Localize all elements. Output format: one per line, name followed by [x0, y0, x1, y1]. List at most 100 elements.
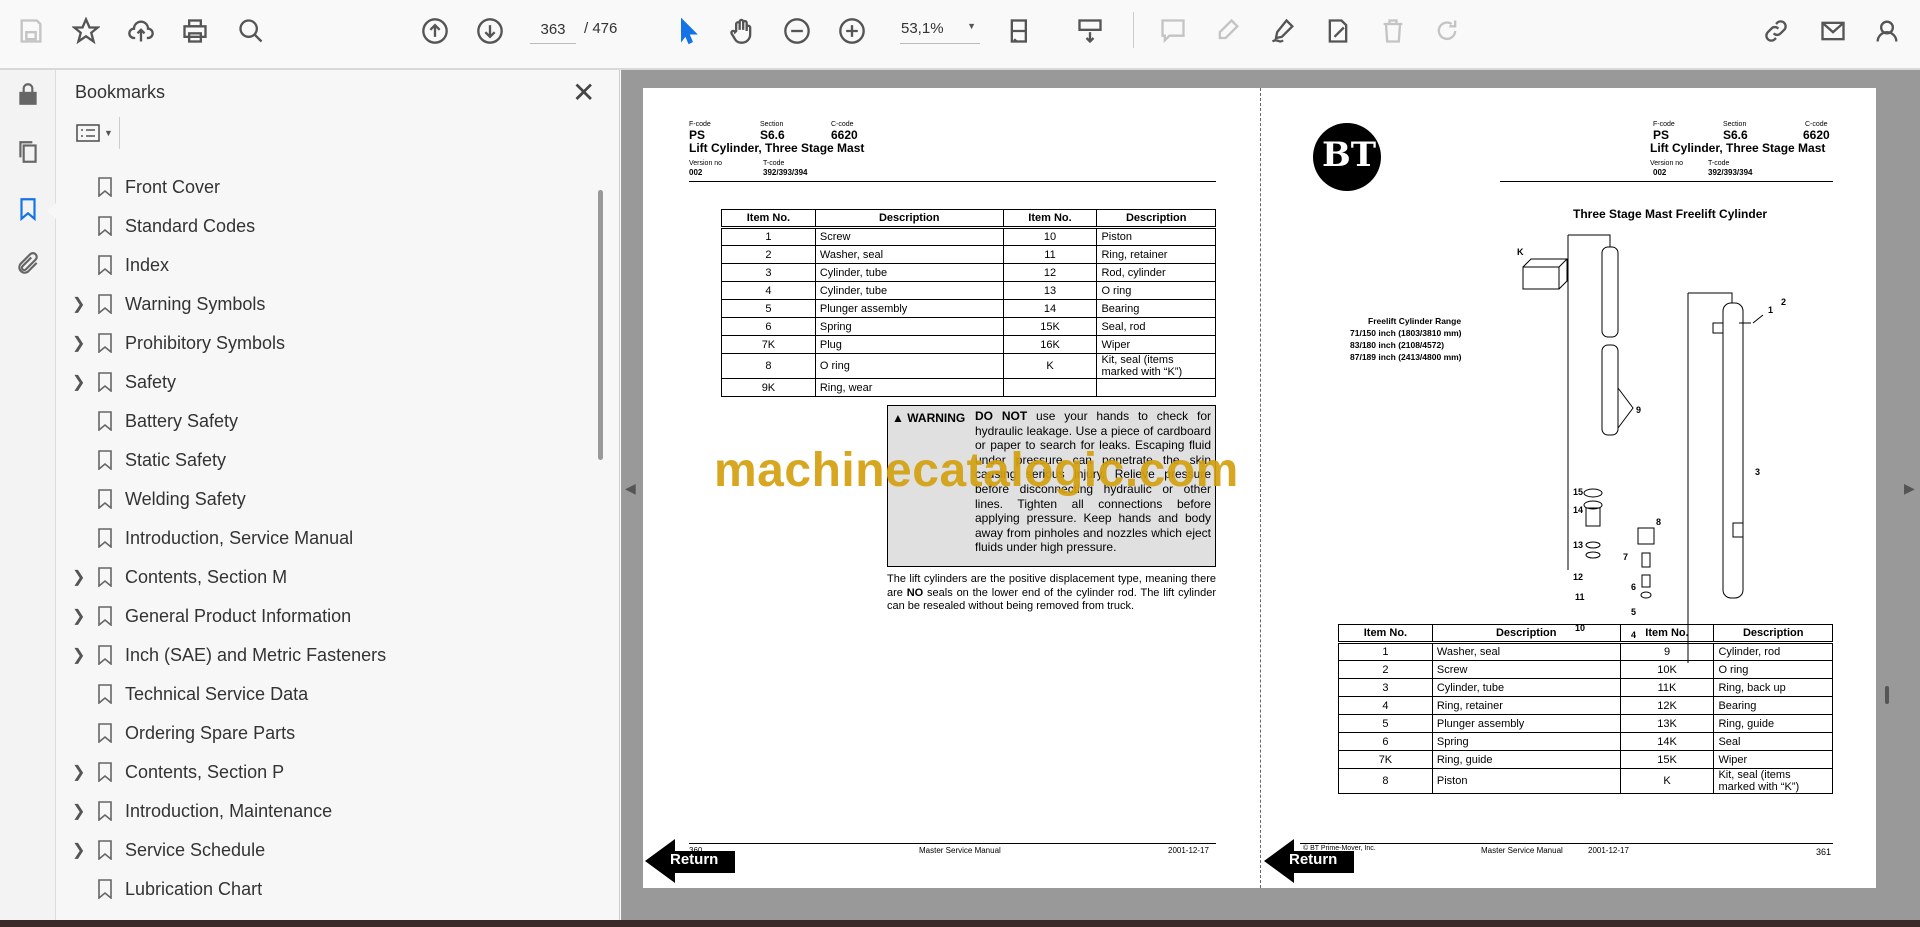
sign-icon[interactable] — [1263, 11, 1303, 51]
trash-icon[interactable] — [1373, 11, 1413, 51]
table-cell: Kit, seal (items marked with “K”) — [1713, 768, 1833, 794]
bookmarks-scrollbar[interactable] — [595, 170, 609, 915]
bookmark-item[interactable]: ❯ Contents, Section M — [56, 559, 596, 595]
doc-title: Lift Cylinder, Three Stage Mast — [689, 141, 865, 155]
version: 002 — [689, 168, 703, 177]
chevron-right-icon[interactable]: ❯ — [72, 645, 85, 665]
chevron-right-icon[interactable]: ❯ — [72, 372, 85, 392]
account-icon[interactable] — [1867, 11, 1907, 51]
bookmarks-panel: Bookmarks ✕ ▼ Front Cover Standard Codes I… — [56, 70, 620, 920]
table-cell: 14K — [1619, 732, 1715, 751]
footer-date: 2001-12-17 — [1588, 846, 1629, 855]
table-cell: 3 — [721, 263, 816, 282]
table-cell: 10K — [1619, 660, 1715, 679]
bt-logo: BT — [1313, 123, 1381, 191]
bookmark-item[interactable]: ❯ Introduction, Maintenance — [56, 793, 596, 829]
bookmark-icon — [98, 333, 112, 353]
bookmark-item[interactable]: Lubrication Chart — [56, 871, 596, 907]
table-cell: Plunger assembly — [814, 299, 1004, 318]
return-button[interactable]: Return — [1264, 839, 1354, 883]
comment-icon[interactable] — [1153, 11, 1193, 51]
hand-tool-icon[interactable] — [722, 11, 762, 51]
bookmark-item[interactable]: Index — [56, 247, 596, 283]
fcode: PS — [689, 128, 706, 142]
bookmark-options-button[interactable]: ▼ — [76, 117, 120, 149]
bookmark-label: General Product Information — [125, 605, 352, 626]
chevron-right-icon[interactable]: ❯ — [72, 567, 85, 587]
bookmark-item[interactable]: Welding Safety — [56, 481, 596, 517]
table-cell: K — [1002, 353, 1098, 379]
bookmark-item[interactable]: ❯ Service Schedule — [56, 832, 596, 868]
select-cursor-icon[interactable] — [668, 11, 708, 51]
table-row: 5 Plunger assembly 13K Ring, guide — [1338, 714, 1833, 733]
header-rule — [1500, 181, 1833, 182]
bookmark-item[interactable]: Introduction, Service Manual — [56, 520, 596, 556]
callout: 8 — [1656, 517, 1661, 527]
chevron-right-icon[interactable]: ❯ — [72, 840, 85, 860]
ccode-label: C-code — [831, 121, 854, 128]
section-label: Section — [1723, 121, 1747, 128]
redo-icon[interactable] — [1427, 11, 1467, 51]
bookmark-item[interactable]: ❯ Prohibitory Symbols — [56, 325, 596, 361]
chevron-right-icon[interactable]: ❯ — [72, 333, 85, 353]
page-thumbnails-icon[interactable] — [12, 136, 44, 168]
bookmark-item[interactable]: ❯ Safety — [56, 364, 596, 400]
table-cell: 11 — [1002, 245, 1098, 264]
bookmark-item[interactable]: Standard Codes — [56, 208, 596, 244]
bookmark-item[interactable]: Front Cover — [56, 169, 596, 205]
tcode-label: T-code — [1708, 160, 1730, 167]
bookmarks-panel-icon[interactable] — [12, 193, 44, 225]
close-icon[interactable]: ✕ — [572, 76, 595, 109]
ccode: 6620 — [831, 128, 858, 142]
search-zoom-icon[interactable] — [231, 11, 271, 51]
bookmark-icon — [98, 411, 112, 431]
bookmark-icon — [98, 450, 112, 470]
paperclip-icon[interactable] — [12, 248, 44, 280]
mail-icon[interactable] — [1813, 11, 1853, 51]
edit-pdf-icon[interactable] — [1318, 11, 1358, 51]
document-scrollbar-thumb[interactable] — [1885, 686, 1889, 704]
bookmark-icon — [98, 567, 112, 587]
chevron-right-icon[interactable]: ❯ — [72, 606, 85, 626]
zoom-out-button[interactable] — [777, 11, 817, 51]
table-row: 6 Spring 15K Seal, rod — [721, 317, 1216, 336]
column-header: Item No. — [1619, 624, 1715, 644]
previous-page-arrow[interactable]: ◀ — [625, 480, 636, 497]
table-cell: 7K — [1338, 750, 1433, 769]
zoom-level-select[interactable]: 53,1% ▼ — [900, 16, 980, 44]
next-page-button[interactable] — [470, 11, 510, 51]
previous-page-button[interactable] — [415, 11, 455, 51]
highlight-pen-icon[interactable] — [1208, 11, 1248, 51]
print-icon[interactable] — [175, 11, 215, 51]
chevron-right-icon[interactable]: ❯ — [72, 294, 85, 314]
bookmark-icon — [98, 177, 112, 197]
page-number-input[interactable] — [530, 16, 576, 44]
scroll-mode-icon[interactable] — [1070, 11, 1110, 51]
watermark: machinecatalogic.com — [714, 444, 1239, 497]
bookmark-item[interactable]: ❯ Contents, Section P — [56, 754, 596, 790]
share-link-icon[interactable] — [1756, 11, 1796, 51]
bookmark-item[interactable]: Technical Service Data — [56, 676, 596, 712]
chevron-right-icon[interactable]: ❯ — [72, 801, 85, 821]
chevron-right-icon[interactable]: ❯ — [72, 762, 85, 782]
lock-icon[interactable] — [12, 78, 44, 110]
bookmark-item[interactable]: ❯ General Product Information — [56, 598, 596, 634]
tcode: 392/393/394 — [1708, 168, 1753, 177]
star-icon[interactable] — [66, 11, 106, 51]
scrollbar-thumb[interactable] — [598, 190, 603, 460]
zoom-in-button[interactable] — [832, 11, 872, 51]
bookmark-item[interactable]: Static Safety — [56, 442, 596, 478]
save-icon[interactable] — [11, 11, 51, 51]
upload-cloud-icon[interactable] — [121, 11, 161, 51]
return-button[interactable]: Return — [645, 839, 735, 883]
bookmark-item[interactable]: ❯ Inch (SAE) and Metric Fasteners — [56, 637, 596, 673]
page-spread: F-code Section C-code PS S6.6 6620 Lift … — [643, 88, 1876, 888]
next-page-arrow[interactable]: ▶ — [1904, 480, 1915, 497]
bookmark-item[interactable]: Battery Safety — [56, 403, 596, 439]
bookmark-item[interactable]: ❯ Warning Symbols — [56, 286, 596, 322]
bookmark-item[interactable]: Ordering Spare Parts — [56, 715, 596, 751]
table-row: 8 Piston K Kit, seal (items marked with “K”… — [1338, 768, 1833, 794]
bookmark-label: Ordering Spare Parts — [125, 722, 296, 743]
fit-page-icon[interactable] — [1000, 11, 1040, 51]
callout: 2 — [1781, 297, 1786, 307]
